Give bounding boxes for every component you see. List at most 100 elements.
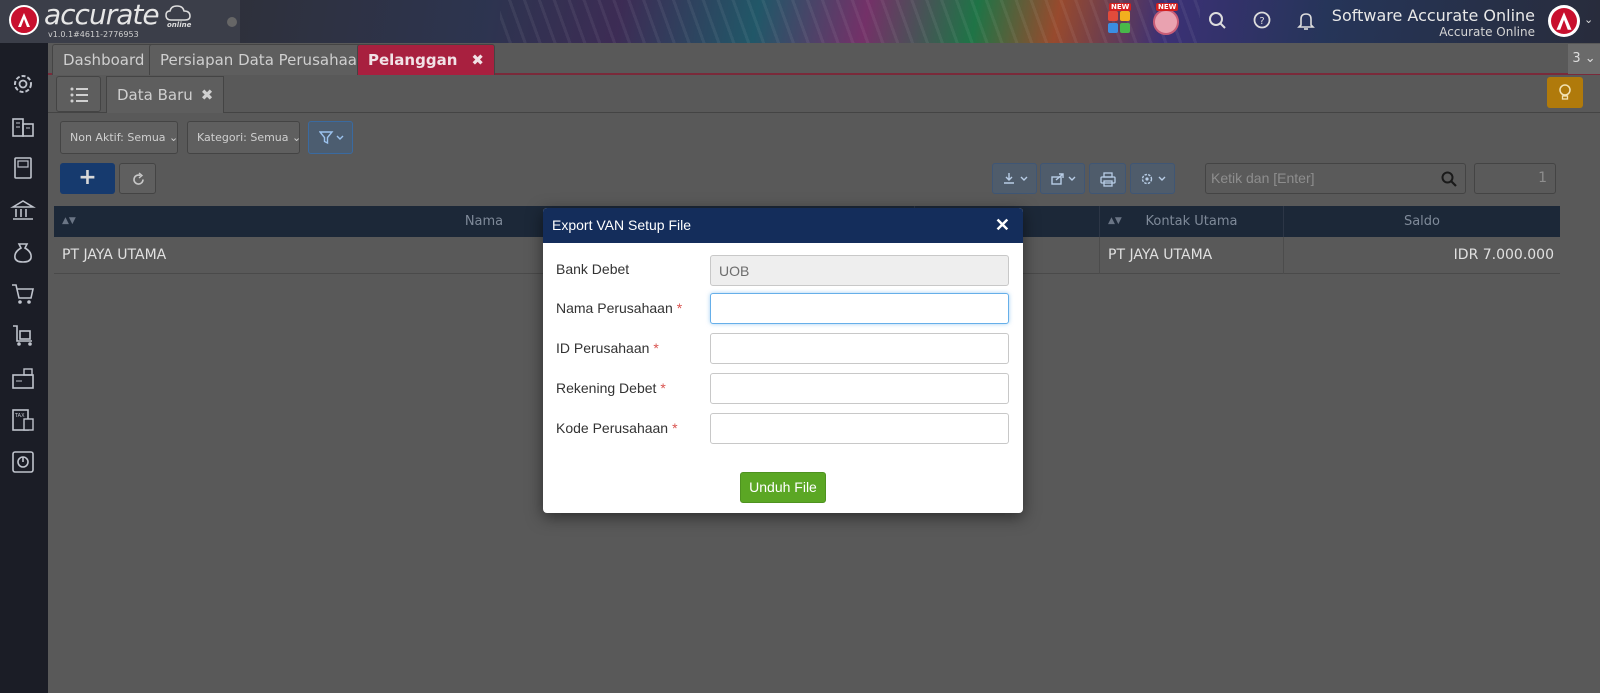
subtab-data-baru[interactable]: Data Baru ✖: [106, 76, 225, 113]
left-sidebar: TAX: [0, 43, 48, 693]
bell-icon[interactable]: [1294, 8, 1320, 34]
settings-button[interactable]: [1130, 163, 1175, 194]
tab-dashboard[interactable]: Dashboard: [52, 44, 156, 75]
help-icon[interactable]: ?: [1250, 8, 1276, 34]
column-label: Nama: [464, 214, 504, 229]
share-export-icon: [1051, 173, 1076, 185]
svg-text:?: ?: [1259, 16, 1264, 27]
sort-icon: ▲▼: [62, 216, 76, 226]
filter-non-aktif[interactable]: Non Aktif: Semua ⌄: [60, 121, 178, 154]
top-header: accurate online v1.0.1#4611-2776953 NEW …: [0, 0, 1600, 43]
label-kode-perusahaan: Kode Perusahaan *: [556, 420, 678, 436]
download-icon: [1004, 173, 1028, 184]
tab-pelanggan[interactable]: Pelanggan ✖: [357, 44, 495, 75]
export-van-setup-dialog: Export VAN Setup File ✕ Bank Debet Nama …: [543, 208, 1023, 513]
field-label-text: Kode Perusahaan: [556, 420, 669, 436]
close-tab-icon[interactable]: ✖: [471, 51, 484, 69]
tab-label: Pelanggan: [368, 51, 458, 69]
sort-icon: ▲▼: [1108, 216, 1122, 226]
filter-kategori[interactable]: Kategori: Semua ⌄: [187, 121, 301, 154]
dialog-title: Export VAN Setup File: [552, 217, 692, 233]
new-badge: NEW: [1156, 3, 1179, 11]
label-bank-debet: Bank Debet: [556, 261, 629, 277]
gear-icon: [1141, 173, 1166, 185]
label-nama-perusahaan: Nama Perusahaan *: [556, 300, 682, 316]
add-new-button[interactable]: +: [60, 163, 115, 194]
tax-report-icon[interactable]: TAX: [10, 407, 36, 433]
page-number-input[interactable]: 1: [1474, 163, 1556, 194]
bank-icon[interactable]: [10, 197, 36, 223]
export-button[interactable]: [1040, 163, 1085, 194]
logo-text: accurate: [44, 0, 160, 31]
piggy-bank-icon[interactable]: [1153, 9, 1179, 35]
sub-tabs: Data Baru ✖: [48, 75, 1600, 113]
dialog-header: Export VAN Setup File ✕: [543, 208, 1023, 243]
tab-label: Persiapan Data Perusahaan: [160, 51, 367, 69]
svg-text:TAX: TAX: [14, 413, 25, 419]
field-label-text: Nama Perusahaan: [556, 300, 673, 316]
tab-persiapan-data-perusahaan[interactable]: Persiapan Data Perusahaan: [149, 44, 378, 75]
required-mark: *: [653, 340, 659, 356]
column-header-kontak-utama[interactable]: ▲▼ Kontak Utama: [1100, 206, 1284, 237]
nama-perusahaan-field[interactable]: [710, 293, 1009, 324]
report-chart-icon[interactable]: [10, 449, 36, 475]
required-mark: *: [660, 380, 666, 396]
column-header-saldo[interactable]: Saldo: [1284, 206, 1560, 237]
subtab-label: Data Baru: [117, 86, 193, 104]
app-version: v1.0.1#4611-2776953: [48, 30, 139, 39]
advanced-filter-button[interactable]: [308, 121, 353, 154]
refresh-icon: [133, 172, 144, 185]
money-bag-icon[interactable]: [10, 239, 36, 265]
field-label-text: ID Perusahaan: [556, 340, 650, 356]
search-input[interactable]: Ketik dan [Enter]: [1205, 163, 1466, 194]
inventory-warehouse-icon[interactable]: [10, 365, 36, 391]
user-avatar[interactable]: [1548, 5, 1580, 37]
search-icon[interactable]: [1205, 8, 1231, 34]
list-icon: [70, 87, 88, 103]
settings-gear-icon[interactable]: [10, 71, 36, 97]
field-label-text: Bank Debet: [556, 261, 630, 277]
label-id-perusahaan: ID Perusahaan *: [556, 340, 659, 356]
company-subtitle: Accurate Online: [1439, 25, 1535, 39]
close-dialog-button[interactable]: ✕: [995, 208, 1010, 243]
rekening-debet-field[interactable]: [710, 373, 1009, 404]
refresh-button[interactable]: [119, 163, 156, 194]
tips-button[interactable]: [1547, 77, 1583, 108]
ledger-book-icon[interactable]: [10, 155, 36, 181]
search-icon[interactable]: [1441, 171, 1457, 187]
accurate-logo-icon[interactable]: [9, 5, 39, 35]
bank-debet-field: [710, 255, 1009, 286]
company-name: Software Accurate Online: [1331, 6, 1535, 25]
tab-label: Dashboard: [63, 51, 145, 69]
cell-kontak-utama: PT JAYA UTAMA: [1100, 237, 1284, 274]
header-decoration-lines: [500, 0, 1200, 43]
cell-saldo: IDR 7.000.000: [1453, 247, 1554, 263]
column-label: Saldo: [1403, 214, 1441, 229]
required-mark: *: [676, 300, 683, 316]
field-label-text: Rekening Debet: [556, 380, 657, 396]
shopping-cart-icon[interactable]: [10, 281, 36, 307]
apps-grid-icon[interactable]: [1108, 11, 1130, 33]
kode-perusahaan-field[interactable]: [710, 413, 1009, 444]
id-perusahaan-field[interactable]: [710, 333, 1009, 364]
print-button[interactable]: [1089, 163, 1126, 194]
column-label: Kontak Utama: [1145, 214, 1238, 229]
company-building-icon[interactable]: [10, 113, 36, 139]
required-mark: *: [672, 420, 678, 436]
tabs-count-dropdown[interactable]: 3 ⌄: [1568, 44, 1600, 74]
import-button[interactable]: [992, 163, 1037, 194]
delivery-cart-icon[interactable]: [10, 323, 36, 349]
list-view-button[interactable]: [56, 76, 101, 112]
filter-funnel-icon: [319, 131, 344, 145]
search-placeholder: Ketik dan [Enter]: [1211, 170, 1315, 186]
action-toolbar: + Ketik dan [Enter] 1: [48, 163, 1600, 195]
module-tabs: Dashboard Persiapan Data Perusahaan Pela…: [48, 43, 1600, 75]
new-badge: NEW: [1109, 3, 1132, 11]
unduh-file-button[interactable]: Unduh File: [740, 472, 826, 503]
close-subtab-icon[interactable]: ✖: [201, 86, 214, 104]
accurate-avatar-icon: [1556, 12, 1572, 30]
lightbulb-icon: [1559, 84, 1571, 100]
label-rekening-debet: Rekening Debet *: [556, 380, 666, 396]
chevron-down-icon[interactable]: ⌄: [1584, 13, 1593, 26]
logo-online: online: [167, 21, 192, 29]
